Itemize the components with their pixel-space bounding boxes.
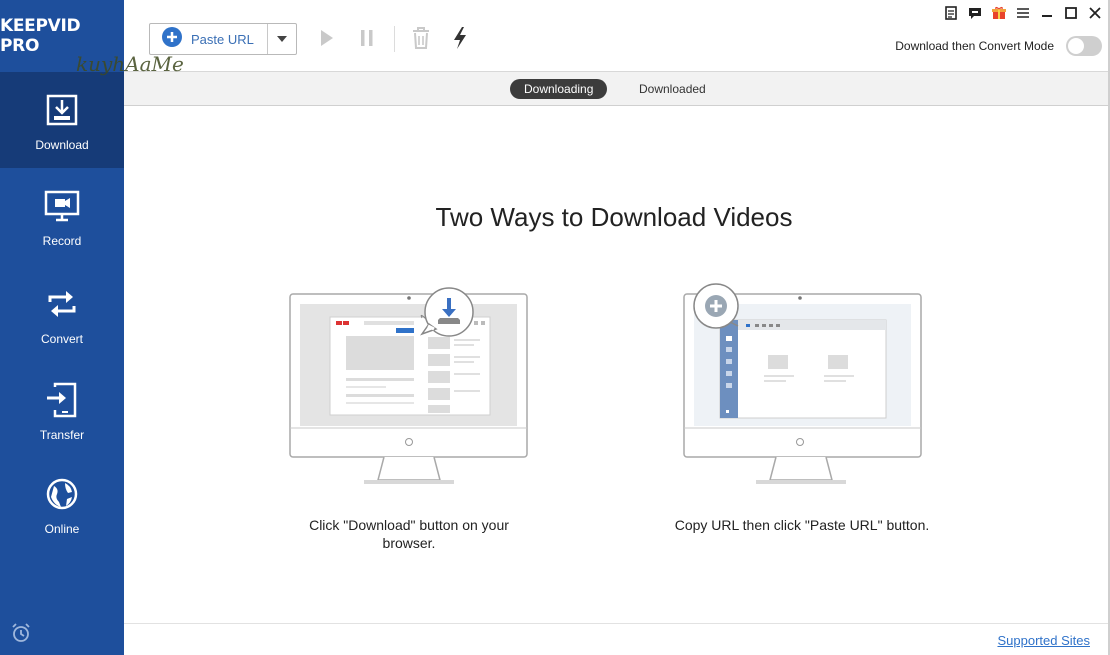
way1-caption: Click "Download" button on your browser. bbox=[294, 516, 524, 552]
supported-sites-link[interactable]: Supported Sites bbox=[997, 633, 1090, 648]
convert-mode-label: Download then Convert Mode bbox=[895, 39, 1054, 53]
paste-url-button[interactable]: Paste URL bbox=[149, 23, 297, 55]
sidebar-item-online[interactable]: Online bbox=[0, 456, 124, 552]
record-icon bbox=[44, 188, 80, 224]
paste-url-main[interactable]: Paste URL bbox=[150, 24, 268, 54]
sidebar-item-download[interactable]: Download bbox=[0, 72, 124, 168]
toggle-knob bbox=[1068, 38, 1084, 54]
convert-mode-setting: Download then Convert Mode bbox=[895, 36, 1102, 56]
convert-icon bbox=[46, 286, 78, 322]
transfer-icon bbox=[45, 382, 79, 418]
toolbar: Paste URL Download then Convert Mode bbox=[124, 0, 1110, 72]
sidebar-item-label: Record bbox=[42, 234, 82, 248]
sidebar-item-label: Download bbox=[35, 138, 89, 152]
gift-icon[interactable] bbox=[992, 6, 1006, 20]
sidebar-item-convert[interactable]: Convert bbox=[0, 266, 124, 362]
toolbar-divider bbox=[394, 26, 395, 52]
alarm-icon[interactable] bbox=[10, 622, 32, 649]
notes-icon[interactable] bbox=[944, 6, 958, 20]
tab-downloading[interactable]: Downloading bbox=[510, 79, 608, 99]
tab-bar: kuyhAaMe Downloading Downloaded bbox=[76, 52, 1110, 106]
pause-icon[interactable] bbox=[360, 28, 374, 53]
sidebar-item-label: Convert bbox=[40, 332, 84, 346]
chevron-down-icon bbox=[276, 30, 288, 48]
sidebar-item-record[interactable]: Record bbox=[0, 168, 124, 264]
way1-caption-line1: Click "Download" button on your bbox=[309, 517, 509, 533]
trash-icon[interactable] bbox=[411, 27, 431, 54]
way1-caption-line2: browser. bbox=[382, 535, 436, 551]
sidebar-item-transfer[interactable]: Transfer bbox=[0, 362, 124, 458]
window-controls bbox=[944, 6, 1102, 20]
way2-caption: Copy URL then click "Paste URL" button. bbox=[674, 517, 930, 533]
close-icon[interactable] bbox=[1088, 6, 1102, 20]
menu-icon[interactable] bbox=[1016, 6, 1030, 20]
browser-download-illustration bbox=[284, 282, 534, 497]
sidebar-item-label: Transfer bbox=[39, 428, 85, 442]
lightning-icon[interactable] bbox=[452, 26, 468, 55]
sidebar: KEEPVID PRO Download Record Convert Tran… bbox=[0, 0, 124, 655]
maximize-icon[interactable] bbox=[1064, 6, 1078, 20]
paste-url-label: Paste URL bbox=[191, 31, 254, 47]
main-content: Two Ways to Download Videos Click "Downl… bbox=[124, 106, 1110, 623]
sidebar-item-label: Online bbox=[44, 522, 80, 536]
watermark: kuyhAaMe bbox=[76, 52, 184, 76]
paste-url-illustration bbox=[680, 280, 930, 497]
play-icon[interactable] bbox=[320, 28, 334, 53]
tab-downloaded[interactable]: Downloaded bbox=[625, 79, 720, 99]
footer: Supported Sites bbox=[124, 623, 1110, 655]
download-icon bbox=[45, 92, 79, 128]
paste-url-dropdown[interactable] bbox=[268, 30, 296, 48]
minimize-icon[interactable] bbox=[1040, 6, 1054, 20]
convert-mode-toggle[interactable] bbox=[1066, 36, 1102, 56]
online-icon bbox=[45, 476, 79, 512]
feedback-icon[interactable] bbox=[968, 6, 982, 20]
page-title: Two Ways to Download Videos bbox=[435, 202, 793, 232]
add-circle-icon bbox=[162, 26, 182, 52]
